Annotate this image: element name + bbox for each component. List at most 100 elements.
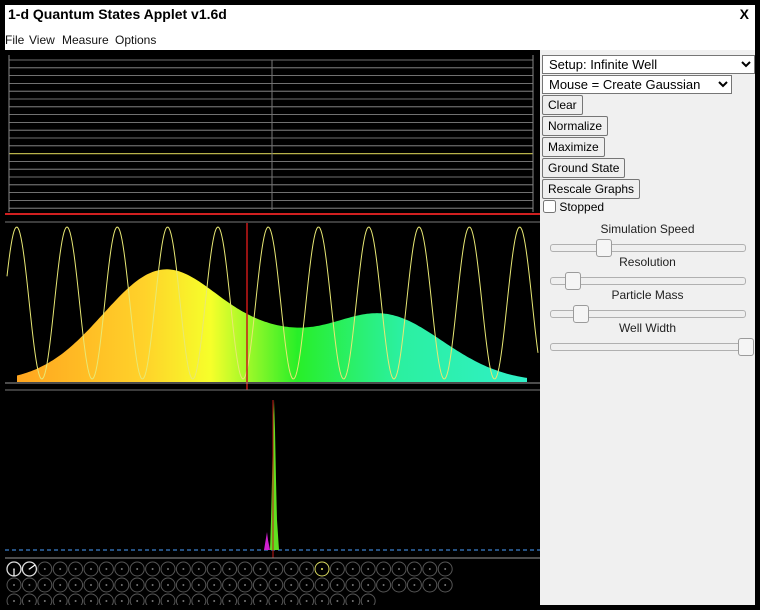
stopped-label: Stopped [559, 199, 605, 214]
stopped-row: Stopped [543, 199, 604, 215]
phasor-center [336, 584, 339, 586]
state-phasor[interactable] [175, 593, 191, 605]
well-width-label: Well Width [618, 321, 677, 335]
simulation-canvas[interactable] [5, 50, 540, 605]
state-phasor[interactable] [314, 593, 330, 605]
window-frame: 1-d Quantum States Applet v1.6d X File V… [5, 5, 755, 605]
state-phasor[interactable] [129, 593, 145, 605]
phasor-center [151, 584, 154, 586]
phasor-center [290, 568, 293, 570]
state-phasor[interactable] [237, 593, 253, 605]
phasor-center [428, 568, 431, 570]
phasor-center [444, 584, 447, 586]
state-phasor[interactable] [222, 593, 238, 605]
menu-options[interactable]: Options [115, 33, 156, 47]
phasor-center [305, 584, 308, 586]
state-phasor[interactable] [329, 593, 345, 605]
phasor-center [151, 600, 154, 602]
phasor-center [74, 568, 77, 570]
phasor-center [197, 584, 200, 586]
phasor-center [321, 568, 323, 570]
state-phasor-grid[interactable] [6, 561, 453, 605]
phasor-center [228, 568, 231, 570]
simulation-graphs[interactable] [5, 50, 540, 605]
phasor-center [182, 584, 185, 586]
phasor-center [197, 600, 200, 602]
phasor-center [59, 600, 62, 602]
maximize-button[interactable]: Maximize [542, 137, 605, 157]
ground-state-button[interactable]: Ground State [542, 158, 626, 178]
phasor-center [136, 568, 139, 570]
state-phasor[interactable] [6, 593, 22, 605]
momentum-panel[interactable] [5, 400, 540, 559]
state-phasor[interactable] [145, 593, 161, 605]
state-phasor[interactable] [114, 593, 130, 605]
phasor-center [259, 584, 262, 586]
phasor-center [213, 584, 216, 586]
phasor-center [167, 584, 169, 586]
simulation-speed-slider[interactable] [550, 239, 746, 257]
setup-select[interactable]: Setup: Infinite Well [542, 55, 755, 74]
phasor-center [259, 600, 262, 602]
state-phasor[interactable] [191, 593, 207, 605]
state-phasor[interactable] [21, 593, 37, 605]
phasor-center [182, 600, 185, 602]
phasor-center [59, 584, 62, 586]
phasor-center [213, 568, 216, 570]
menu-file[interactable]: File [5, 33, 24, 47]
phasor-center [367, 600, 370, 602]
phasor-center [367, 568, 370, 570]
close-icon[interactable]: X [740, 6, 749, 22]
phasor-center [136, 600, 139, 602]
particle-mass-slider[interactable] [550, 305, 746, 323]
menu-measure[interactable]: Measure [62, 33, 109, 47]
clear-button[interactable]: Clear [542, 95, 583, 115]
state-phasor[interactable] [52, 593, 68, 605]
state-phasor[interactable] [345, 593, 361, 605]
phasor-center [321, 584, 323, 586]
state-phasor[interactable] [98, 593, 114, 605]
state-phasor[interactable] [252, 593, 268, 605]
phasor-center [13, 584, 15, 586]
state-phasor[interactable] [37, 593, 53, 605]
phasor-arrow [29, 564, 36, 570]
state-phasor[interactable] [160, 593, 176, 605]
phasor-center [136, 584, 139, 586]
phasor-center [43, 600, 46, 602]
phasor-center [398, 584, 400, 586]
momentum-side-peak [264, 532, 270, 550]
phasor-center [182, 568, 185, 570]
well-width-thumb[interactable] [738, 338, 754, 356]
phasor-center [105, 600, 108, 602]
state-phasor[interactable] [299, 593, 315, 605]
rescale-graphs-button[interactable]: Rescale Graphs [542, 179, 641, 199]
momentum-peak [270, 400, 279, 550]
phasor-center [120, 600, 123, 602]
phasor-center [351, 584, 354, 586]
phasor-center [13, 600, 15, 602]
phasor-center [120, 584, 123, 586]
phasor-center [336, 568, 339, 570]
state-phasor[interactable] [83, 593, 99, 605]
state-phasor[interactable] [206, 593, 222, 605]
state-phasor[interactable] [360, 593, 376, 605]
control-panel: Setup: Infinite Well Mouse = Create Gaus… [540, 50, 755, 605]
phasor-center [321, 600, 323, 602]
phasor-center [28, 584, 31, 586]
phasor-center [336, 600, 339, 602]
resolution-slider[interactable] [550, 272, 746, 290]
stopped-checkbox[interactable] [543, 200, 556, 214]
well-width-slider[interactable] [550, 338, 754, 356]
state-phasor[interactable] [283, 593, 299, 605]
phasor-center [274, 568, 277, 570]
phasor-center [274, 600, 277, 602]
state-phasor[interactable] [268, 593, 284, 605]
mouse-mode-select[interactable]: Mouse = Create Gaussian [542, 75, 732, 94]
energy-levels-panel[interactable] [5, 55, 540, 215]
state-phasor[interactable] [68, 593, 84, 605]
phasor-center [244, 584, 246, 586]
normalize-button[interactable]: Normalize [542, 116, 609, 136]
menu-view[interactable]: View [29, 33, 55, 47]
applet-window: 1-d Quantum States Applet v1.6d X File V… [0, 0, 760, 610]
position-wavefunction-panel[interactable] [5, 223, 540, 390]
